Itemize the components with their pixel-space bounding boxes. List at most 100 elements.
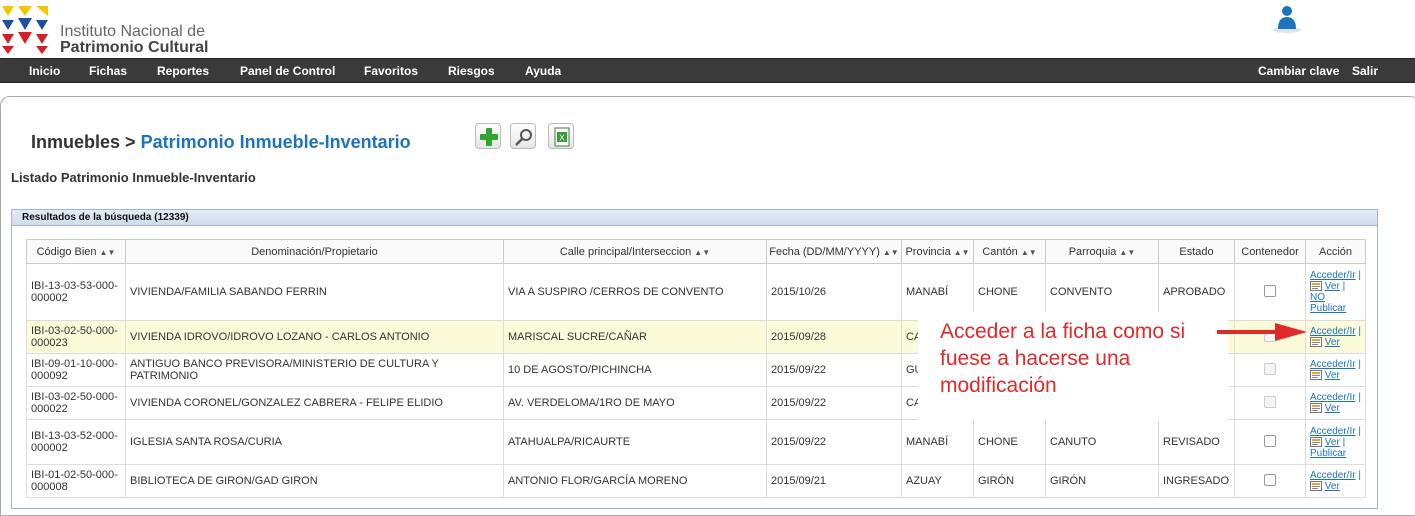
- acceder-link[interactable]: Acceder/Ir: [1310, 426, 1356, 437]
- cell-canton: GIRÓN: [973, 464, 1046, 498]
- cell-fecha: 2015/09/21: [766, 464, 902, 498]
- cell-codigo: IBI-13-03-52-000-000002: [26, 419, 126, 465]
- search-button[interactable]: [510, 123, 536, 149]
- cell-contenedor: [1234, 464, 1306, 498]
- view-document-icon: [1310, 481, 1322, 492]
- cell-contenedor: [1234, 353, 1306, 387]
- publicar-link[interactable]: NO Publicar: [1310, 292, 1346, 314]
- add-button[interactable]: [475, 123, 501, 149]
- ver-link[interactable]: Ver: [1325, 481, 1340, 492]
- cell-denominacion: ANTIGUO BANCO PREVISORA/MINISTERIO DE CU…: [125, 353, 504, 387]
- svg-text:X: X: [559, 134, 565, 143]
- cell-estado: REVISADO: [1158, 419, 1235, 465]
- nav-panel-de-control[interactable]: Panel de Control: [240, 64, 335, 78]
- cell-fecha: 2015/09/28: [766, 320, 902, 354]
- cell-parroquia: GIRÓN: [1045, 464, 1159, 498]
- ver-link[interactable]: Ver: [1325, 281, 1340, 292]
- add-icon: [480, 128, 498, 146]
- col-contenedor: Contenedor: [1234, 239, 1306, 264]
- institute-name-line2: Patrimonio Cultural: [60, 39, 209, 56]
- sort-icon: ▲▼: [953, 247, 970, 257]
- sort-icon: ▲▼: [1020, 247, 1037, 257]
- user-icon[interactable]: [1271, 3, 1303, 33]
- col-provincia[interactable]: Provincia ▲▼: [901, 239, 974, 264]
- page-title: Inmuebles > Patrimonio Inmueble-Inventar…: [31, 132, 411, 153]
- view-document-icon: [1310, 337, 1322, 348]
- cell-accion: Acceder/Ir | Ver | NO Publicar: [1305, 263, 1366, 321]
- acceder-link[interactable]: Acceder/Ir: [1310, 359, 1356, 370]
- view-document-icon: [1310, 370, 1322, 381]
- cell-accion: Acceder/Ir | Ver: [1305, 353, 1366, 387]
- cell-denominacion: VIVIENDA IDROVO/IDROVO LOZANO - CARLOS A…: [125, 320, 504, 354]
- cell-codigo: IBI-01-02-50-000-000008: [26, 464, 126, 498]
- cell-contenedor: [1234, 263, 1306, 321]
- nav-reportes[interactable]: Reportes: [157, 64, 209, 78]
- results-title: Resultados de la búsqueda (12339): [12, 210, 1377, 226]
- institute-name-line1: Instituto Nacional de: [60, 23, 205, 40]
- cell-accion: Acceder/Ir | Ver: [1305, 464, 1366, 498]
- nav-favoritos[interactable]: Favoritos: [364, 64, 418, 78]
- col-fecha[interactable]: Fecha (DD/MM/YYYY) ▲▼: [766, 239, 902, 264]
- ver-link[interactable]: Ver: [1325, 337, 1340, 348]
- breadcrumb-current: Patrimonio Inmueble-Inventario: [140, 132, 411, 152]
- acceder-link[interactable]: Acceder/Ir: [1310, 270, 1356, 281]
- nav-ayuda[interactable]: Ayuda: [525, 64, 561, 78]
- cell-canton: CHONE: [973, 419, 1046, 465]
- contenedor-checkbox[interactable]: [1264, 395, 1276, 408]
- ver-link[interactable]: Ver: [1325, 437, 1340, 448]
- cell-denominacion: VIVIENDA/FAMILIA SABANDO FERRIN: [125, 263, 504, 321]
- annotation-box: Acceder a la ficha como si fuese a hacer…: [918, 312, 1228, 420]
- cell-provincia: MANABÍ: [901, 419, 974, 465]
- cell-accion: Acceder/Ir | Ver: [1305, 320, 1366, 354]
- col-calle[interactable]: Calle principal/Interseccion ▲▼: [503, 239, 767, 264]
- cell-parroquia: CANUTO: [1045, 419, 1159, 465]
- cell-accion: Acceder/Ir | Ver | Publicar: [1305, 419, 1366, 465]
- cell-fecha: 2015/09/22: [766, 419, 902, 465]
- search-icon: [515, 129, 532, 146]
- sort-icon: ▲▼: [1119, 247, 1136, 257]
- col-estado: Estado: [1158, 239, 1235, 264]
- cell-denominacion: IGLESIA SANTA ROSA/CURIA: [125, 419, 504, 465]
- nav-salir[interactable]: Salir: [1352, 64, 1378, 78]
- breadcrumb-root[interactable]: Inmuebles >: [31, 132, 136, 152]
- nav-inicio[interactable]: Inicio: [29, 64, 60, 78]
- table-header-row: Código Bien ▲▼ Denominación/Propietario C…: [26, 239, 1366, 264]
- ver-link[interactable]: Ver: [1325, 370, 1340, 381]
- cell-calle: AV. VERDELOMA/1RO DE MAYO: [503, 386, 767, 420]
- header: Instituto Nacional de Patrimonio Cultura…: [0, 0, 1415, 58]
- nav-fichas[interactable]: Fichas: [89, 64, 127, 78]
- cell-codigo: IBI-03-02-50-000-000022: [26, 386, 126, 420]
- annotation-text: Acceder a la ficha como si fuese a hacer…: [940, 320, 1186, 397]
- view-document-icon: [1310, 403, 1322, 414]
- contenedor-checkbox[interactable]: [1264, 284, 1276, 297]
- excel-export-icon: X: [554, 127, 570, 147]
- sort-icon: ▲▼: [882, 247, 899, 257]
- col-parroquia[interactable]: Parroquia ▲▼: [1045, 239, 1159, 264]
- view-document-icon: [1310, 281, 1322, 292]
- col-accion: Acción: [1305, 239, 1366, 264]
- view-document-icon: [1310, 436, 1322, 447]
- cell-denominacion: BIBLIOTECA DE GIRON/GAD GIRON: [125, 464, 504, 498]
- publicar-link[interactable]: Publicar: [1310, 448, 1346, 459]
- cell-codigo: IBI-13-03-53-000-000002: [26, 263, 126, 321]
- acceder-link[interactable]: Acceder/Ir: [1310, 326, 1356, 337]
- contenedor-checkbox[interactable]: [1264, 362, 1276, 375]
- sort-icon: ▲▼: [99, 247, 116, 257]
- col-codigo-bien[interactable]: Código Bien ▲▼: [26, 239, 126, 264]
- ver-link[interactable]: Ver: [1325, 403, 1340, 414]
- nav-cambiar-clave[interactable]: Cambiar clave: [1258, 64, 1339, 78]
- col-canton[interactable]: Cantón ▲▼: [973, 239, 1046, 264]
- cell-contenedor: [1234, 386, 1306, 420]
- cell-calle: VIA A SUSPIRO /CERROS DE CONVENTO: [503, 263, 767, 321]
- table-row: IBI-13-03-52-000-000002 IGLESIA SANTA ROS…: [26, 419, 1366, 465]
- sort-icon: ▲▼: [694, 247, 711, 257]
- contenedor-checkbox[interactable]: [1264, 473, 1276, 486]
- contenedor-checkbox[interactable]: [1264, 434, 1276, 447]
- annotation-arrow-icon: [1217, 323, 1307, 341]
- acceder-link[interactable]: Acceder/Ir: [1310, 470, 1356, 481]
- cell-calle: ANTONIO FLOR/GARCÍA MORENO: [503, 464, 767, 498]
- acceder-link[interactable]: Acceder/Ir: [1310, 392, 1356, 403]
- excel-export-button[interactable]: X: [548, 123, 574, 149]
- cell-codigo: IBI-09-01-10-000-000092: [26, 353, 126, 387]
- nav-riesgos[interactable]: Riesgos: [448, 64, 495, 78]
